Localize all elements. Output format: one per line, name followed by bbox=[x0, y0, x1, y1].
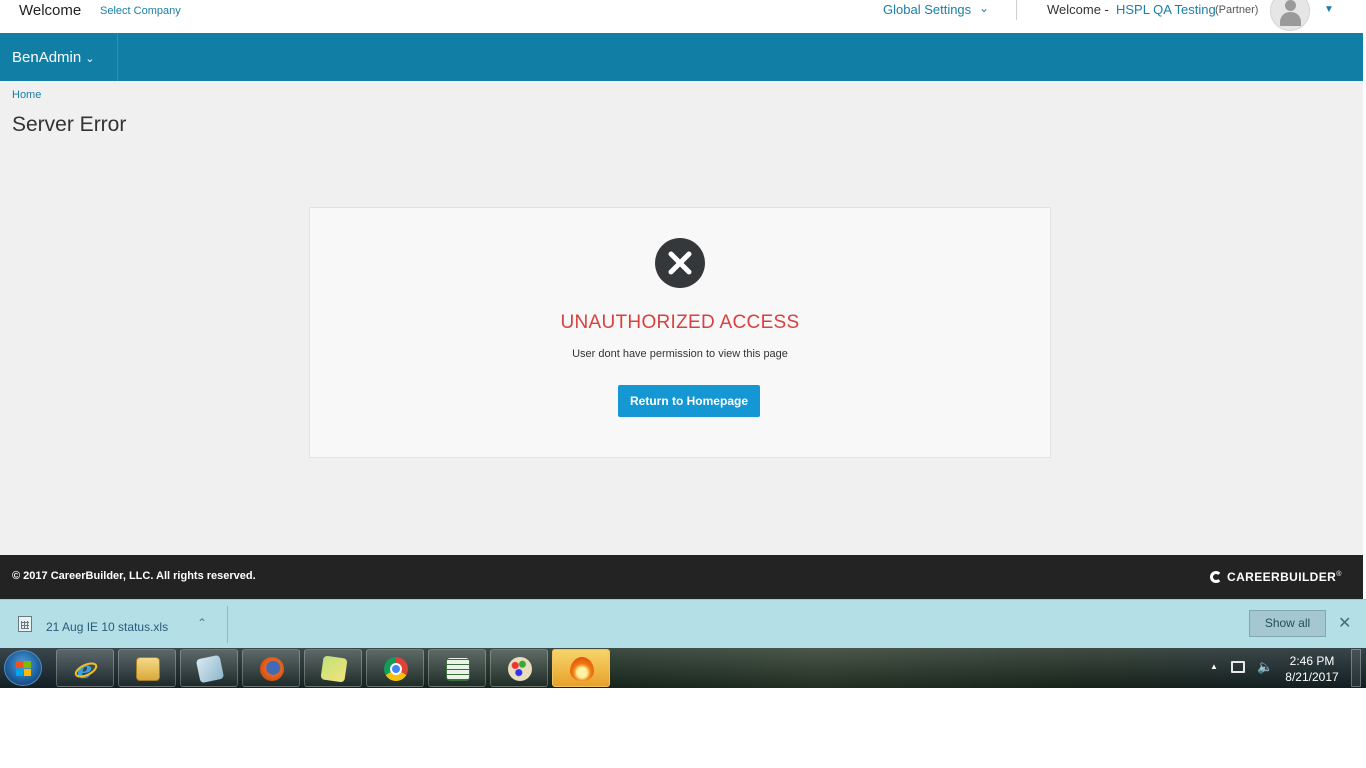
header-divider bbox=[1016, 0, 1017, 20]
close-circle-icon bbox=[655, 238, 705, 288]
notepad-icon[interactable] bbox=[180, 649, 238, 687]
user-name-link[interactable]: HSPL QA Testing bbox=[1116, 2, 1216, 17]
internet-explorer-icon[interactable]: e bbox=[56, 649, 114, 687]
return-to-homepage-button[interactable]: Return to Homepage bbox=[618, 385, 760, 417]
error-message: User dont have permission to view this p… bbox=[572, 348, 788, 360]
clock-time: 2:46 PM bbox=[1289, 654, 1335, 668]
chevron-up-icon[interactable]: ⌃ bbox=[197, 616, 207, 630]
paint-icon[interactable] bbox=[490, 649, 548, 687]
welcome-label: Welcome bbox=[19, 2, 82, 19]
download-bar: 21 Aug IE 10 status.xls ⌃ Show all ✕ bbox=[0, 599, 1366, 648]
screen: Welcome Select Company Global Settings ⌄… bbox=[0, 0, 1366, 768]
close-icon[interactable]: ✕ bbox=[1338, 613, 1351, 633]
file-explorer-icon[interactable] bbox=[118, 649, 176, 687]
chevron-down-icon[interactable]: ⌄ bbox=[979, 1, 989, 15]
network-icon[interactable] bbox=[1231, 661, 1245, 673]
app-menu-benadmin[interactable]: BenAdmin ⌄ bbox=[0, 33, 118, 81]
breadcrumb-home-link[interactable]: Home bbox=[12, 89, 41, 101]
chrome-icon[interactable] bbox=[366, 649, 424, 687]
volume-icon[interactable]: 🔈 bbox=[1257, 659, 1273, 675]
show-hidden-icons-icon[interactable]: ▲ bbox=[1210, 662, 1218, 671]
copyright-text: © 2017 CareerBuilder, LLC. All rights re… bbox=[12, 570, 256, 582]
error-title: UNAUTHORIZED ACCESS bbox=[560, 312, 800, 333]
footer: © 2017 CareerBuilder, LLC. All rights re… bbox=[0, 555, 1363, 599]
spreadsheet-file-icon bbox=[18, 616, 32, 632]
download-file-name[interactable]: 21 Aug IE 10 status.xls bbox=[46, 620, 168, 634]
user-menu-caret-icon[interactable]: ▼ bbox=[1324, 4, 1334, 15]
chevron-down-icon: ⌄ bbox=[85, 53, 95, 65]
global-settings-menu[interactable]: Global Settings bbox=[883, 2, 971, 17]
select-company-link[interactable]: Select Company bbox=[100, 5, 181, 17]
user-avatar-icon[interactable] bbox=[1270, 0, 1310, 31]
careerbuilder-logo-icon bbox=[1210, 571, 1222, 583]
show-desktop-button[interactable] bbox=[1351, 649, 1361, 687]
careerbuilder-logo-text: CAREERBUILDER® bbox=[1227, 570, 1342, 584]
download-separator bbox=[227, 606, 228, 643]
page-title: Server Error bbox=[12, 113, 127, 136]
main-navbar: BenAdmin ⌄ bbox=[0, 33, 1363, 81]
user-welcome-label: Welcome - bbox=[1047, 2, 1109, 17]
windows-taskbar: e ▲ 🔈 2:46 PM 8/21/2017 bbox=[0, 648, 1366, 688]
app-menu-label: BenAdmin bbox=[12, 49, 82, 66]
sticky-notes-icon[interactable] bbox=[304, 649, 362, 687]
show-all-downloads-button[interactable]: Show all bbox=[1249, 610, 1326, 637]
clock-date: 8/21/2017 bbox=[1285, 670, 1339, 684]
app-flame-icon[interactable] bbox=[552, 649, 610, 687]
top-header: Welcome Select Company Global Settings ⌄… bbox=[0, 0, 1366, 33]
spreadsheet-icon[interactable] bbox=[428, 649, 486, 687]
start-button-icon[interactable] bbox=[4, 650, 42, 686]
user-role-label: (Partner) bbox=[1215, 4, 1259, 16]
error-card: UNAUTHORIZED ACCESS User dont have permi… bbox=[309, 207, 1051, 458]
main-content: Home Server Error UNAUTHORIZED ACCESS Us… bbox=[0, 81, 1363, 555]
firefox-icon[interactable] bbox=[242, 649, 300, 687]
taskbar-clock[interactable]: 2:46 PM 8/21/2017 bbox=[1280, 653, 1344, 685]
